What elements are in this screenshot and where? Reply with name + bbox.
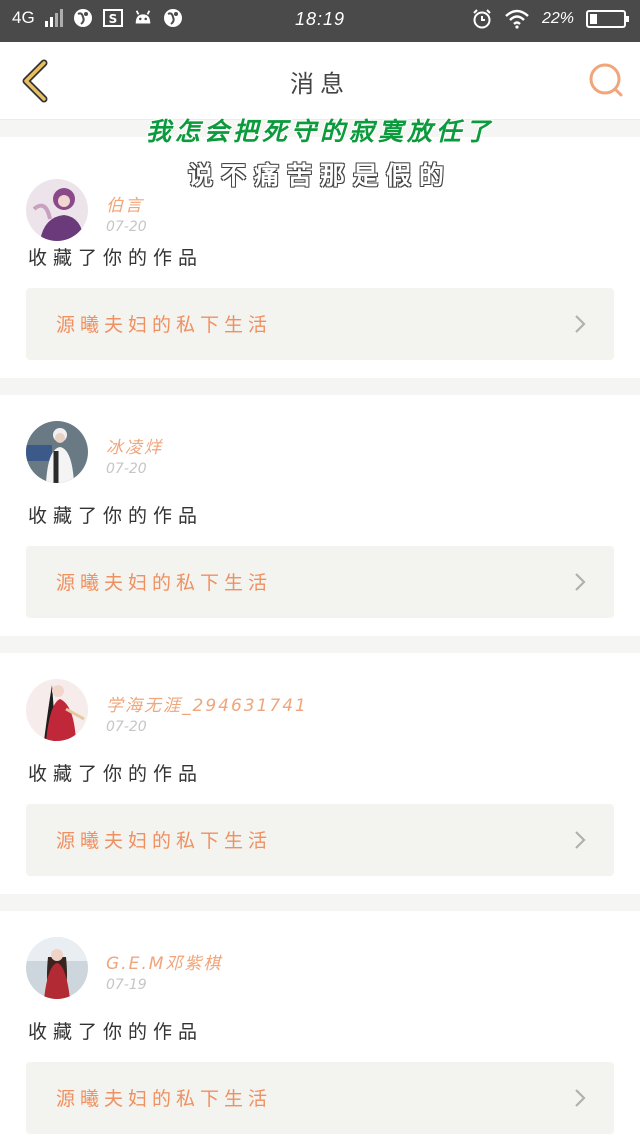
work-title: 源曦夫妇的私下生活 <box>56 572 273 594</box>
work-title: 源曦夫妇的私下生活 <box>56 830 273 852</box>
user-name[interactable]: G.E.M邓紫棋 <box>106 949 222 974</box>
message-date: 07-20 <box>106 719 147 735</box>
battery-level <box>590 14 597 24</box>
message-date: 07-20 <box>106 219 147 235</box>
chevron-right-icon <box>575 315 586 333</box>
status-bar: 4G S 18:19 22% <box>0 0 640 42</box>
message-card: 冰凌烊 07-20 收藏了你的作品 源曦夫妇的私下生活 <box>0 395 640 636</box>
action-text: 收藏了你的作品 <box>28 763 204 785</box>
user-name[interactable]: 学海无涯_294631741 <box>106 691 308 716</box>
user-name[interactable]: 冰凌烊 <box>106 433 163 458</box>
avatar[interactable] <box>26 937 88 999</box>
chevron-right-icon <box>575 1089 586 1107</box>
avatar[interactable] <box>26 421 88 483</box>
alarm-icon <box>472 9 492 29</box>
action-text: 收藏了你的作品 <box>28 1021 204 1043</box>
message-card: G.E.M邓紫棋 07-19 收藏了你的作品 源曦夫妇的私下生活 <box>0 911 640 1138</box>
page-title: 消息 <box>290 70 350 98</box>
message-date: 07-19 <box>106 977 147 993</box>
nav-bar: 消息 <box>0 42 640 120</box>
work-link[interactable]: 源曦夫妇的私下生活 <box>26 1062 614 1134</box>
overlay-lyric-line-2: 说不痛苦那是假的 <box>187 161 452 190</box>
chevron-right-icon <box>575 831 586 849</box>
search-button[interactable] <box>586 60 626 100</box>
work-link[interactable]: 源曦夫妇的私下生活 <box>26 546 614 618</box>
work-title: 源曦夫妇的私下生活 <box>56 314 273 336</box>
work-link[interactable]: 源曦夫妇的私下生活 <box>26 804 614 876</box>
message-date: 07-20 <box>106 461 147 477</box>
wifi-icon <box>504 9 530 29</box>
work-link[interactable]: 源曦夫妇的私下生活 <box>26 288 614 360</box>
action-text: 收藏了你的作品 <box>28 505 204 527</box>
user-name[interactable]: 伯言 <box>106 191 144 216</box>
overlay-lyric-line-1: 我怎会把死守的寂寞放任了 <box>145 117 494 146</box>
battery-icon <box>586 10 629 28</box>
work-title: 源曦夫妇的私下生活 <box>56 1088 273 1110</box>
battery-percent: 22% <box>541 10 574 27</box>
message-card: 学海无涯_294631741 07-20 收藏了你的作品 源曦夫妇的私下生活 <box>0 653 640 894</box>
action-text: 收藏了你的作品 <box>28 247 204 269</box>
avatar[interactable] <box>26 679 88 741</box>
search-icon <box>589 63 623 97</box>
chevron-right-icon <box>575 573 586 591</box>
